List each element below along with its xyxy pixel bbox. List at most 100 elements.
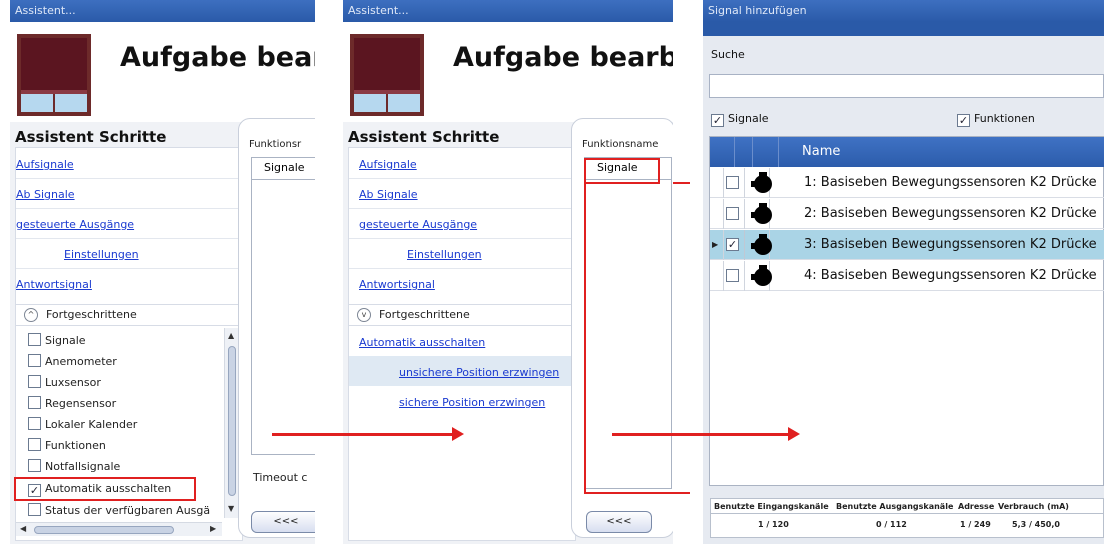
- row-name: 3: Basiseben Bewegungssensoren K2 Drücke: [804, 237, 1097, 252]
- step-aufsignale-link[interactable]: Aufsignale: [16, 158, 74, 171]
- advanced-toggle[interactable]: ^ Fortgeschrittene: [16, 304, 244, 326]
- status-address-value: 1 / 249: [960, 520, 991, 529]
- advanced-label: Fortgeschrittene: [379, 308, 470, 321]
- highlight-signal-list: [584, 184, 673, 494]
- adv-sichere-position-link[interactable]: sichere Position erzwingen: [399, 396, 545, 409]
- page-title: Aufgabe bearbe: [120, 42, 315, 73]
- scroll-thumb[interactable]: [228, 346, 236, 496]
- collapse-icon: ^: [24, 308, 38, 322]
- status-consumption-label: Verbrauch (mA): [998, 502, 1069, 511]
- highlight-signale-tab: [584, 158, 660, 184]
- scroll-left-icon[interactable]: ◀: [20, 524, 26, 533]
- checkbox[interactable]: [28, 354, 41, 367]
- status-input-channels-value: 1 / 120: [758, 520, 789, 529]
- filter-signale[interactable]: ✓ Signale: [711, 112, 769, 127]
- check-signale[interactable]: Signale: [28, 332, 86, 350]
- column-name-header[interactable]: Name: [802, 144, 840, 159]
- adv-unsichere-position-link[interactable]: unsichere Position erzwingen: [399, 366, 559, 379]
- checkbox[interactable]: [28, 396, 41, 409]
- signal-list: [251, 179, 315, 455]
- table-row[interactable]: 4: Basiseben Bewegungssensoren K2 Drücke: [710, 261, 1104, 291]
- sensor-icon: [751, 234, 772, 255]
- row-name: 4: Basiseben Bewegungssensoren K2 Drücke: [804, 268, 1097, 283]
- step-antwortsignal-link[interactable]: Antwortsignal: [359, 278, 435, 291]
- advanced-label: Fortgeschrittene: [46, 308, 137, 321]
- window-title: Assistent...: [10, 0, 315, 22]
- checkbox[interactable]: [28, 375, 41, 388]
- checkbox[interactable]: [28, 438, 41, 451]
- table-row-selected[interactable]: ▶ ✓ 3: Basiseben Bewegungssensoren K2 Dr…: [710, 230, 1104, 260]
- horizontal-scrollbar[interactable]: ◀ ▶: [16, 522, 222, 536]
- step-aufsignale-link[interactable]: Aufsignale: [359, 158, 417, 171]
- back-button[interactable]: <<<: [251, 511, 315, 533]
- checkbox[interactable]: [28, 333, 41, 346]
- checkbox[interactable]: [28, 417, 41, 430]
- screenshot-collage: Assistent... Aufgabe bearbe Assistent Sc…: [0, 0, 1104, 544]
- highlight-automatik: [14, 477, 196, 501]
- scroll-up-icon[interactable]: ▲: [228, 331, 234, 340]
- check-regensensor[interactable]: Regensensor: [28, 395, 116, 413]
- scroll-down-icon[interactable]: ▼: [228, 504, 234, 513]
- window-title: Signal hinzufügen: [703, 0, 1104, 22]
- sensor-icon: [751, 203, 772, 224]
- expand-icon: v: [357, 308, 371, 322]
- step-gesteuerte-ausgaenge-link[interactable]: gesteuerte Ausgänge: [16, 218, 134, 231]
- check-anemometer[interactable]: Anemometer: [28, 353, 117, 371]
- steps-pane: Aufsignale Ab Signale gesteuerte Ausgäng…: [348, 147, 577, 541]
- row-pointer-icon: ▶: [712, 240, 719, 249]
- function-panel: Funktionsr Signale Timeout c <<<: [238, 118, 315, 538]
- status-address-label: Adresse: [958, 502, 995, 511]
- function-name-label: Funktionsr: [249, 139, 302, 150]
- check-status-ausgaenge[interactable]: Status der verfügbaren Ausgä: [28, 502, 210, 520]
- status-output-channels-label: Benutzte Ausgangskanäle: [836, 502, 954, 511]
- row-name: 2: Basiseben Bewegungssensoren K2 Drücke: [804, 206, 1097, 221]
- step-einstellungen-link[interactable]: Einstellungen: [64, 248, 139, 261]
- header: Aufgabe bearbeit: [343, 22, 673, 122]
- bracket-top-extension: [673, 182, 690, 184]
- hscroll-thumb[interactable]: [34, 526, 174, 534]
- filter-funktionen[interactable]: ✓ Funktionen: [957, 112, 1035, 127]
- assistant-window-1: Assistent... Aufgabe bearbe Assistent Sc…: [10, 0, 315, 544]
- status-consumption-value: 5,3 / 450,0: [1012, 520, 1060, 529]
- search-label: Suche: [711, 48, 745, 61]
- status-input-channels-label: Benutzte Eingangskanäle: [714, 502, 829, 511]
- scroll-right-icon[interactable]: ▶: [210, 524, 216, 533]
- table-row[interactable]: 1: Basiseben Bewegungssensoren K2 Drücke: [710, 168, 1104, 198]
- step-antwortsignal-link[interactable]: Antwortsignal: [16, 278, 92, 291]
- sensor-icon: [751, 265, 772, 286]
- function-name-label: Funktionsname: [582, 139, 659, 150]
- row-checkbox-checked[interactable]: ✓: [726, 238, 739, 251]
- advanced-toggle[interactable]: v Fortgeschrittene: [349, 304, 577, 326]
- sensor-icon: [751, 172, 772, 193]
- step-einstellungen-link[interactable]: Einstellungen: [407, 248, 482, 261]
- search-input[interactable]: [709, 74, 1104, 98]
- timeout-label: Timeout c: [253, 471, 308, 484]
- checkbox[interactable]: [28, 459, 41, 472]
- step-gesteuerte-ausgaenge-link[interactable]: gesteuerte Ausgänge: [359, 218, 477, 231]
- row-checkbox[interactable]: [726, 207, 739, 220]
- row-checkbox[interactable]: [726, 176, 739, 189]
- assistant-window-2: Assistent... Aufgabe bearbeit Assistent …: [343, 0, 673, 544]
- vertical-scrollbar[interactable]: ▲ ▼: [224, 328, 238, 518]
- adv-automatik-ausschalten-link[interactable]: Automatik ausschalten: [359, 336, 485, 349]
- step-ab-signale-link[interactable]: Ab Signale: [359, 188, 418, 201]
- back-button[interactable]: <<<: [586, 511, 652, 533]
- checkbox-checked[interactable]: ✓: [957, 114, 970, 127]
- check-luxsensor[interactable]: Luxsensor: [28, 374, 101, 392]
- window-blind-icon: [350, 34, 424, 116]
- tab-signale[interactable]: Signale: [251, 157, 315, 179]
- window-title: Assistent...: [343, 0, 673, 22]
- row-checkbox[interactable]: [726, 269, 739, 282]
- bracket-bottom-extension: [673, 492, 690, 494]
- page-title: Aufgabe bearbeit: [453, 42, 673, 73]
- grid-header: Name: [710, 137, 1104, 167]
- check-lokaler-kalender[interactable]: Lokaler Kalender: [28, 416, 137, 434]
- check-notfallsignale[interactable]: Notfallsignale: [28, 458, 120, 476]
- checkbox-checked[interactable]: ✓: [711, 114, 724, 127]
- step-ab-signale-link[interactable]: Ab Signale: [16, 188, 75, 201]
- steps-heading: Assistent Schritte: [15, 128, 167, 146]
- checkbox[interactable]: [28, 503, 41, 516]
- table-row[interactable]: 2: Basiseben Bewegungssensoren K2 Drücke: [710, 199, 1104, 229]
- window-blind-icon: [17, 34, 91, 116]
- check-funktionen[interactable]: Funktionen: [28, 437, 106, 455]
